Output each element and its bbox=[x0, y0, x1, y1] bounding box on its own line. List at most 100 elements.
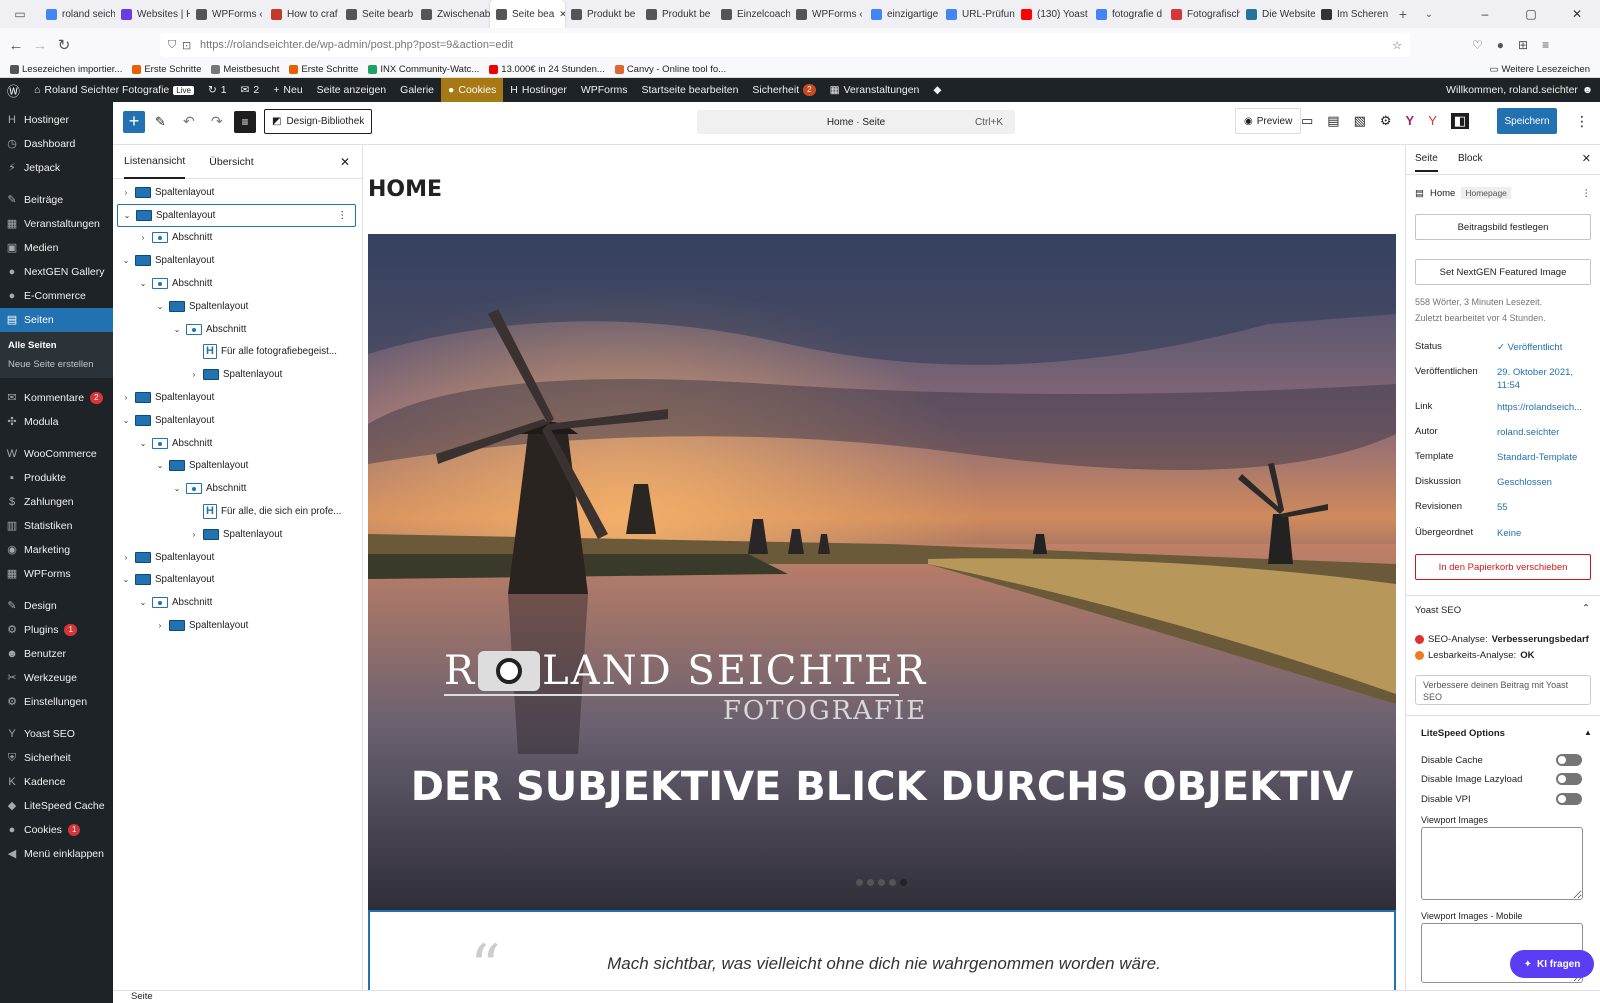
view-page-link[interactable]: Seite anzeigen bbox=[310, 78, 393, 102]
menu-item-e-commerce[interactable]: ● E-Commerce bbox=[0, 284, 113, 308]
bookmark-star-icon[interactable]: ☆ bbox=[1392, 39, 1402, 52]
browser-tab[interactable]: Websites | H bbox=[115, 0, 190, 28]
list-view-row[interactable]: ⌄ Spaltenlayout ⋮ bbox=[117, 203, 356, 227]
tab-list-view[interactable]: Listenansicht bbox=[124, 145, 186, 179]
browser-tab[interactable]: fotografie d bbox=[1090, 0, 1165, 28]
expand-chevron-icon[interactable]: › bbox=[189, 370, 199, 379]
submenu-all-pages[interactable]: Alle Seiten bbox=[0, 336, 113, 355]
expand-chevron-icon[interactable]: ⌄ bbox=[172, 484, 182, 493]
close-list-view-icon[interactable]: ✕ bbox=[340, 155, 350, 169]
menu-item-modula[interactable]: ✣ Modula bbox=[0, 410, 113, 434]
security-link[interactable]: Sicherheit 2 bbox=[745, 78, 822, 102]
settings-sliders-icon[interactable]: ⚙ bbox=[1380, 113, 1392, 129]
list-view-row[interactable]: H Für alle fotografiebegeist... bbox=[117, 341, 356, 364]
caret-up-icon[interactable]: ▲ bbox=[1584, 728, 1592, 737]
expand-chevron-icon[interactable]: ⌄ bbox=[155, 461, 165, 470]
sidebar-toggle-icon[interactable]: ◧ bbox=[1450, 113, 1470, 129]
expand-chevron-icon[interactable]: ⌄ bbox=[122, 211, 132, 220]
browser-tab[interactable]: (130) Yoast bbox=[1015, 0, 1090, 28]
menu-item-men-einklappen[interactable]: ◀ Menü einklappen bbox=[0, 842, 113, 866]
browser-tab[interactable]: How to craf bbox=[265, 0, 340, 28]
close-window-icon[interactable]: ✕ bbox=[1554, 7, 1600, 21]
menu-item-yoast-seo[interactable]: Y Yoast SEO bbox=[0, 722, 113, 746]
maximize-icon[interactable]: ▢ bbox=[1508, 7, 1554, 21]
discussion-value[interactable]: Geschlossen bbox=[1497, 476, 1552, 489]
menu-item-kadence[interactable]: K Kadence bbox=[0, 770, 113, 794]
list-view-row[interactable]: ⌄ Abschnitt bbox=[117, 432, 356, 455]
document-icon[interactable]: ▤ bbox=[1327, 113, 1339, 129]
browser-tab[interactable]: Im Scheren bbox=[1315, 0, 1390, 28]
expand-chevron-icon[interactable]: ⌄ bbox=[155, 302, 165, 311]
url-field[interactable]: ⛉ ⊡ https://rolandseichter.de/wp-admin/p… bbox=[160, 33, 1410, 57]
command-palette[interactable]: Home · Seite Ctrl+K bbox=[697, 110, 1015, 134]
list-view-row[interactable]: › Abschnitt bbox=[117, 227, 356, 250]
menu-item-jetpack[interactable]: ⚡ Jetpack bbox=[0, 156, 113, 180]
menu-item-statistiken[interactable]: ▥ Statistiken bbox=[0, 514, 113, 538]
account-icon[interactable]: ● bbox=[1497, 38, 1504, 52]
design-library-button[interactable]: ◩ Design-Bibliothek bbox=[264, 109, 373, 134]
menu-item-seiten[interactable]: ▤ Seiten bbox=[0, 308, 113, 332]
list-view-row[interactable]: ⌄ Abschnitt bbox=[117, 477, 356, 500]
list-view-row[interactable]: ⌄ Spaltenlayout bbox=[117, 249, 356, 272]
menu-item-cookies[interactable]: ● Cookies 1 bbox=[0, 818, 113, 842]
menu-item-dashboard[interactable]: ◷ Dashboard bbox=[0, 132, 113, 156]
list-view-row[interactable]: › Spaltenlayout bbox=[117, 523, 356, 546]
yoast-panel-title[interactable]: Yoast SEO bbox=[1415, 605, 1461, 616]
nextgen-featured-button[interactable]: Set NextGEN Featured Image bbox=[1415, 259, 1591, 285]
submenu-new-page[interactable]: Neue Seite erstellen bbox=[0, 355, 113, 374]
list-view-row[interactable]: ⌄ Spaltenlayout bbox=[117, 455, 356, 478]
menu-item-hostinger[interactable]: H Hostinger bbox=[0, 108, 113, 132]
list-view-row[interactable]: › Spaltenlayout bbox=[117, 386, 356, 409]
options-menu-icon[interactable]: ⋮ bbox=[1575, 113, 1589, 130]
expand-chevron-icon[interactable]: ⌄ bbox=[121, 256, 131, 265]
expand-chevron-icon[interactable]: ⌄ bbox=[121, 416, 131, 425]
yoast-icon[interactable]: Y bbox=[1406, 113, 1415, 129]
pocket-icon[interactable]: ♡ bbox=[1472, 38, 1483, 52]
extensions-icon[interactable]: ⊞ bbox=[1518, 38, 1528, 52]
edit-home-link[interactable]: Startseite bearbeiten bbox=[635, 78, 746, 102]
bookmark-item[interactable]: INX Community-Watc... bbox=[368, 64, 479, 75]
list-view-row[interactable]: ⌄ Spaltenlayout bbox=[117, 295, 356, 318]
expand-chevron-icon[interactable]: › bbox=[121, 188, 131, 197]
browser-tab[interactable]: Seite bearb bbox=[340, 0, 415, 28]
list-view-row[interactable]: ⌄ Abschnitt bbox=[117, 272, 356, 295]
expand-chevron-icon[interactable]: › bbox=[189, 530, 199, 539]
menu-item-wpforms[interactable]: ▦ WPForms bbox=[0, 562, 113, 586]
list-view-row[interactable]: ⌄ Abschnitt bbox=[117, 318, 356, 341]
template-value[interactable]: Standard-Template bbox=[1497, 451, 1577, 464]
hostinger-link[interactable]: H Hostinger bbox=[503, 78, 574, 102]
menu-item-medien[interactable]: ▣ Medien bbox=[0, 236, 113, 260]
disable-vpi-toggle[interactable] bbox=[1556, 793, 1582, 805]
expand-chevron-icon[interactable]: ⌄ bbox=[138, 598, 148, 607]
featured-image-button[interactable]: Beitragsbild festlegen bbox=[1415, 214, 1591, 240]
ai-ask-button[interactable]: ✦ KI fragen bbox=[1510, 950, 1594, 978]
tab-menu-icon[interactable]: ⌄ bbox=[1416, 9, 1442, 20]
inserter-button[interactable]: + bbox=[123, 111, 145, 133]
bookmark-item[interactable]: 13.000€ in 24 Stunden... bbox=[489, 64, 605, 75]
yoast-readability-icon[interactable]: Y bbox=[1428, 113, 1437, 129]
other-bookmarks[interactable]: ▭ Weitere Lesezeichen bbox=[1489, 64, 1590, 75]
bookmark-item[interactable]: Lesezeichen importier... bbox=[10, 64, 122, 75]
site-name-link[interactable]: ⌂ Roland Seichter Fotografie Live bbox=[27, 78, 201, 102]
tab-page[interactable]: Seite bbox=[1415, 153, 1438, 172]
publish-date[interactable]: 29. Oktober 2021, 11:54 bbox=[1497, 366, 1581, 392]
menu-item-beitr-ge[interactable]: ✎ Beiträge bbox=[0, 188, 113, 212]
expand-chevron-icon[interactable]: › bbox=[155, 621, 165, 630]
new-tab-button[interactable]: + bbox=[1390, 6, 1416, 22]
list-view-row[interactable]: ⌄ Spaltenlayout bbox=[117, 569, 356, 592]
browser-tab[interactable]: Seite bea ✕ bbox=[490, 0, 565, 28]
trash-button[interactable]: In den Papierkorb verschieben bbox=[1415, 554, 1591, 580]
browser-tab[interactable]: WPForms ‹ bbox=[190, 0, 265, 28]
expand-chevron-icon[interactable]: ⌄ bbox=[138, 279, 148, 288]
parent-value[interactable]: Keine bbox=[1497, 527, 1521, 540]
account-link[interactable]: Willkommen, roland.seichter ☻ bbox=[1439, 78, 1600, 102]
menu-icon[interactable]: ≡ bbox=[1542, 38, 1549, 52]
list-view-row[interactable]: ⌄ Abschnitt bbox=[117, 591, 356, 614]
save-button[interactable]: Speichern bbox=[1497, 108, 1557, 134]
menu-item-benutzer[interactable]: ☻ Benutzer bbox=[0, 642, 113, 666]
menu-item-zahlungen[interactable]: $ Zahlungen bbox=[0, 490, 113, 514]
page-title[interactable]: HOME bbox=[368, 177, 442, 202]
menu-item-werkzeuge[interactable]: ✂ Werkzeuge bbox=[0, 666, 113, 690]
slider-dots[interactable] bbox=[856, 879, 907, 886]
litespeed-panel-title[interactable]: LiteSpeed Options bbox=[1421, 728, 1505, 739]
